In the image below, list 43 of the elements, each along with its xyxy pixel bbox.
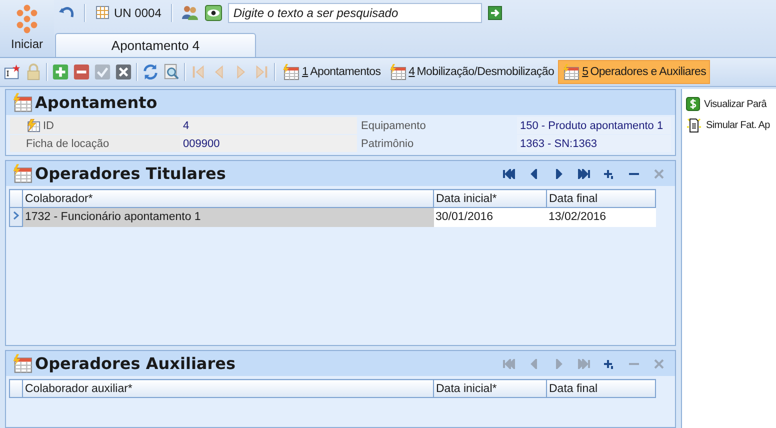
eye-icon[interactable] — [205, 4, 222, 20]
column-header[interactable]: Colaborador auxiliar* — [22, 380, 434, 398]
field-label: Ficha de locação — [26, 138, 110, 150]
row-indicator-icon — [13, 211, 19, 220]
document-icon — [686, 117, 702, 133]
section-title: Apontamento — [35, 93, 158, 112]
field-label: Equipamento — [361, 120, 426, 132]
side-link[interactable]: Simular Fat. Ap — [706, 120, 770, 130]
table-cell: 30/01/2016 — [434, 208, 546, 226]
section-title: Operadores Titulares — [35, 164, 226, 183]
field-value: 009900 — [180, 135, 357, 152]
document-tab[interactable]: Apontamento 4 — [55, 33, 256, 57]
column-header[interactable]: Data final — [546, 190, 656, 208]
section-button[interactable]: 5 Operadores e Auxiliares — [558, 60, 710, 84]
table-icon — [562, 64, 580, 80]
field-value: 1363 - SN:1363 — [517, 135, 671, 152]
column-header[interactable]: Colaborador* — [22, 190, 434, 208]
column-header[interactable]: Data inicial* — [434, 190, 546, 208]
column-header[interactable]: Data inicial* — [434, 380, 546, 398]
table-icon — [12, 354, 32, 373]
column-header[interactable]: Data final — [546, 380, 656, 398]
unit-button[interactable]: UN 0004 — [94, 6, 164, 20]
table-icon — [388, 64, 406, 80]
table-icon — [282, 64, 299, 80]
section-title: Operadores Auxiliares — [35, 354, 236, 373]
section-button[interactable]: 4 Mobilização/Desmobilização — [384, 60, 558, 84]
field-label: ID — [43, 120, 54, 132]
start-button[interactable]: Iniciar — [10, 34, 43, 51]
section-button[interactable]: 1 Apontamentos — [278, 60, 385, 84]
table-icon — [12, 93, 32, 112]
table-icon — [12, 164, 32, 183]
users-icon[interactable] — [181, 5, 200, 20]
field-value: 150 - Produto apontamento 1 — [517, 117, 671, 134]
field-label: Patrimônio — [361, 138, 414, 150]
dollar-icon — [686, 97, 700, 111]
side-link[interactable]: Visualizar Parâ — [704, 98, 767, 110]
search-field[interactable]: Digite o texto a ser pesquisado — [228, 2, 482, 22]
key-field-icon — [26, 119, 40, 132]
field-value: 4 — [180, 117, 357, 134]
grid-icon — [96, 6, 109, 19]
table-cell: 13/02/2016 — [546, 208, 656, 226]
go-icon[interactable] — [488, 6, 502, 20]
table-cell: 1732 - Funcionário apontamento 1 — [22, 208, 434, 226]
